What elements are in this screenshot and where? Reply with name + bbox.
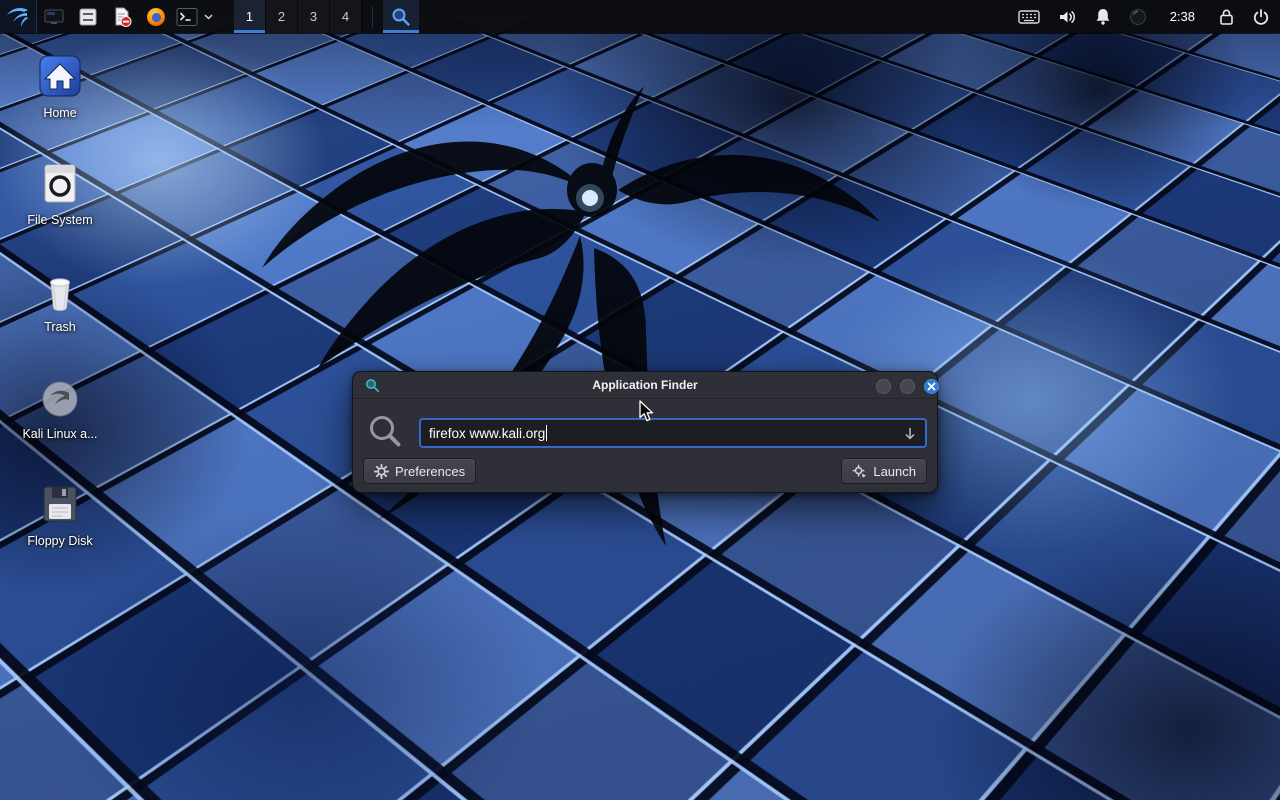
tray-keyboard-indicator[interactable] bbox=[1018, 0, 1040, 33]
taskbar-application-finder[interactable] bbox=[383, 0, 419, 33]
launch-icon bbox=[852, 464, 867, 479]
speaker-icon bbox=[1057, 7, 1077, 27]
desktop-icon-file-system[interactable]: File System bbox=[12, 157, 108, 228]
launcher-terminal[interactable] bbox=[173, 0, 201, 33]
desktop-icon-label: File System bbox=[12, 213, 108, 228]
kali-dragon-icon bbox=[6, 5, 30, 29]
launcher-text-editor[interactable] bbox=[105, 0, 139, 33]
drive-icon bbox=[36, 159, 84, 207]
kali-docs-icon bbox=[36, 373, 84, 421]
desktop-icon-trash[interactable]: Trash bbox=[12, 264, 108, 335]
file-cabinet-icon bbox=[77, 6, 99, 28]
keyboard-icon bbox=[1018, 9, 1040, 25]
panel-separator bbox=[372, 6, 373, 28]
terminal-dropdown-button[interactable] bbox=[201, 0, 216, 33]
clock-text: 2:38 bbox=[1170, 9, 1195, 24]
panel-right-section: 2:38 bbox=[1018, 0, 1280, 33]
preferences-button-label: Preferences bbox=[395, 464, 465, 479]
desktop-icon-column: Home File System Trash Kali Linux a bbox=[12, 50, 108, 585]
launcher-terminal-group bbox=[173, 0, 216, 33]
floppy-icon bbox=[36, 480, 84, 528]
workspace-1[interactable]: 1 bbox=[234, 0, 266, 33]
launcher-file-manager[interactable] bbox=[71, 0, 105, 33]
close-icon bbox=[927, 382, 936, 391]
tray-notifications[interactable] bbox=[1094, 0, 1112, 33]
desktop: Home File System Trash Kali Linux a bbox=[0, 0, 1280, 800]
workspace-switcher: 1 2 3 4 bbox=[234, 0, 362, 33]
desktop-icon-label: Trash bbox=[12, 320, 108, 335]
power-icon bbox=[1252, 8, 1270, 26]
window-titlebar[interactable]: Application Finder bbox=[353, 372, 937, 399]
dark-circle-icon bbox=[1129, 8, 1147, 26]
document-badge-icon bbox=[111, 6, 133, 28]
desktop-icon-label: Kali Linux a... bbox=[12, 427, 108, 442]
chevron-down-icon bbox=[204, 14, 213, 20]
text-caret bbox=[546, 425, 547, 441]
lock-screen-button[interactable] bbox=[1218, 0, 1235, 33]
launcher-firefox[interactable] bbox=[139, 0, 173, 33]
desktop-icon-kali-docs[interactable]: Kali Linux a... bbox=[12, 371, 108, 442]
panel-left-section: 1 2 3 4 bbox=[0, 0, 419, 33]
desktop-icon-floppy-disk[interactable]: Floppy Disk bbox=[12, 478, 108, 549]
workspace-label: 3 bbox=[310, 9, 317, 24]
launch-button[interactable]: Launch bbox=[841, 458, 927, 484]
whisker-menu-button[interactable] bbox=[0, 0, 37, 33]
gear-icon bbox=[374, 464, 389, 479]
top-panel: 1 2 3 4 bbox=[0, 0, 1280, 33]
window-title: Application Finder bbox=[353, 372, 937, 399]
close-button[interactable] bbox=[924, 379, 939, 394]
workspace-2[interactable]: 2 bbox=[266, 0, 298, 33]
clock[interactable]: 2:38 bbox=[1164, 0, 1201, 33]
tray-volume[interactable] bbox=[1057, 0, 1077, 33]
entry-dropdown-arrow-icon[interactable] bbox=[903, 426, 917, 441]
lock-icon bbox=[1218, 7, 1235, 26]
bell-icon bbox=[1094, 7, 1112, 26]
workspace-4[interactable]: 4 bbox=[330, 0, 362, 33]
monitor-icon bbox=[43, 6, 65, 28]
workspace-label: 4 bbox=[342, 9, 349, 24]
workspace-3[interactable]: 3 bbox=[298, 0, 330, 33]
kali-dragon-wallpaper-logo bbox=[250, 40, 890, 580]
maximize-button[interactable] bbox=[900, 379, 915, 394]
launcher-show-desktop[interactable] bbox=[37, 0, 71, 33]
desktop-icon-label: Home bbox=[12, 106, 108, 121]
preferences-button[interactable]: Preferences bbox=[363, 458, 476, 484]
terminal-icon bbox=[176, 7, 198, 27]
trash-icon bbox=[36, 266, 84, 314]
workspace-label: 2 bbox=[278, 9, 285, 24]
launch-button-label: Launch bbox=[873, 464, 916, 479]
application-finder-window: Application Finder firefox www.kali.org bbox=[352, 371, 938, 493]
tray-status[interactable] bbox=[1129, 0, 1147, 33]
search-query-text: firefox www.kali.org bbox=[429, 426, 545, 441]
home-icon bbox=[36, 52, 84, 100]
search-input[interactable]: firefox www.kali.org bbox=[419, 418, 927, 448]
desktop-icon-label: Floppy Disk bbox=[12, 534, 108, 549]
search-icon bbox=[367, 413, 403, 449]
firefox-icon bbox=[145, 6, 167, 28]
workspace-label: 1 bbox=[246, 9, 253, 24]
desktop-icon-home[interactable]: Home bbox=[12, 50, 108, 121]
magnifier-icon bbox=[391, 7, 411, 27]
minimize-button[interactable] bbox=[876, 379, 891, 394]
log-out-button[interactable] bbox=[1252, 0, 1270, 33]
